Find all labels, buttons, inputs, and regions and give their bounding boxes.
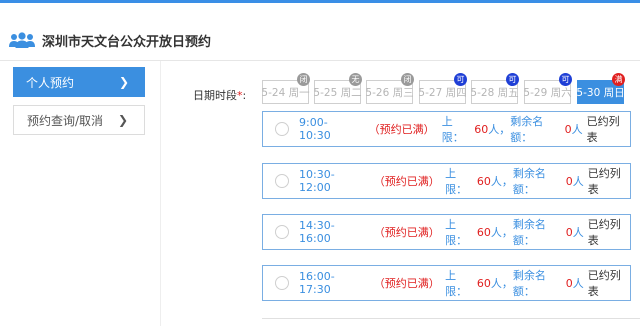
remaining-label: 剩余名额： [512,167,546,196]
top-accent-bar [0,0,640,3]
date-field-label: 日期时段*: [193,87,246,103]
date-tab-label: 5-26 周三 [365,86,414,99]
slot-time: 14:30-16:00 [299,219,335,245]
limit-unit: 人， [490,277,513,290]
date-tab-label: 5-28 周五 [470,86,519,99]
date-tab-label: 5-25 周二 [313,86,362,99]
list-bottom-divider [262,318,640,319]
slot-status: （预约已满） [373,226,440,239]
people-icon [8,32,36,48]
time-slot-1600[interactable]: 16:00-17:30 （预约已满） 上限： 60 人， 剩余名额： 0 人 已约列表 [262,265,631,301]
header-divider [0,60,640,61]
date-tab-0526[interactable]: 5-26 周三 闭 [365,73,414,104]
remaining-unit: 人 [571,123,583,136]
limit-label: 上限： [441,115,464,144]
remaining-value: 0 [565,225,573,239]
booked-list-link[interactable]: 已约列表 [587,113,630,145]
sidebar-item-label: 预约查询/取消 [27,113,104,128]
remaining-unit: 人 [572,175,584,188]
remaining-label: 剩余名额： [510,115,544,144]
slot-radio[interactable] [275,174,289,188]
remaining-unit: 人 [572,226,584,239]
limit-label: 上限： [445,167,468,196]
slot-status: （预约已满） [368,123,435,136]
page-title: 深圳市天文台公众开放日预约 [42,34,212,50]
page-header: 深圳市天文台公众开放日预约 [8,29,211,51]
date-tab-0528[interactable]: 5-28 周五 可 [470,73,519,104]
limit-value: 60 [476,174,491,188]
slot-radio[interactable] [275,225,289,239]
none-badge: 无 [349,73,362,86]
closed-badge: 闭 [297,73,310,86]
full-badge: 满 [612,73,625,86]
date-tab-0527[interactable]: 5-27 周四 可 [418,73,467,104]
available-badge: 可 [559,73,572,86]
closed-badge: 闭 [401,73,414,86]
chevron-right-icon: ❯ [117,113,128,127]
limit-unit: 人， [488,123,511,136]
date-tab-label: 5-30 周日 [576,86,625,99]
slot-time: 16:00-17:30 [299,270,335,296]
limit-label: 上限： [445,218,468,247]
time-slot-1430[interactable]: 14:30-16:00 （预约已满） 上限： 60 人， 剩余名额： 0 人 已约列表 [262,214,631,250]
slot-radio[interactable] [275,276,289,290]
date-tab-label: 5-24 周一 [261,86,310,99]
date-tab-label: 5-27 周四 [418,86,467,99]
content-divider [160,61,161,326]
limit-unit: 人， [490,175,513,188]
date-tab-0525[interactable]: 5-25 周二 无 [313,73,362,104]
limit-value: 60 [474,122,489,136]
available-badge: 可 [454,73,467,86]
limit-unit: 人， [490,226,513,239]
available-badge: 可 [506,73,519,86]
slot-radio[interactable] [275,122,289,136]
limit-value: 60 [476,276,491,290]
sidebar-item-query-cancel[interactable]: 预约查询/取消 ❯ [13,105,145,135]
date-tab-0529[interactable]: 5-29 周六 可 [523,73,572,104]
time-slot-0900[interactable]: 9:00-10:30 （预约已满） 上限： 60 人， 剩余名额： 0 人 已约列表 [262,111,631,147]
booked-list-link[interactable]: 已约列表 [588,267,630,299]
date-tab-0530[interactable]: 5-30 周日 满 [576,73,625,104]
booked-list-link[interactable]: 已约列表 [588,216,630,248]
sidebar-item-label: 个人预约 [26,75,75,90]
remaining-label: 剩余名额： [512,218,546,247]
slot-status: （预约已满） [373,277,440,290]
limit-value: 60 [476,225,491,239]
label-colon: : [242,89,247,102]
slot-status: （预约已满） [373,175,440,188]
slot-time: 10:30-12:00 [299,168,335,194]
time-slot-1030[interactable]: 10:30-12:00 （预约已满） 上限： 60 人， 剩余名额： 0 人 已约列表 [262,163,631,199]
booked-list-link[interactable]: 已约列表 [588,165,630,197]
remaining-value: 0 [565,276,573,290]
date-tab-label: 5-29 周六 [523,86,572,99]
remaining-value: 0 [564,122,572,136]
sidebar-item-personal-booking[interactable]: 个人预约 ❯ [13,67,145,97]
slot-time: 9:00-10:30 [299,116,331,142]
date-tab-0524[interactable]: 5-24 周一 闭 [261,73,310,104]
remaining-value: 0 [565,174,573,188]
remaining-unit: 人 [572,277,584,290]
limit-label: 上限： [445,269,468,298]
date-label-text: 日期时段 [193,89,237,102]
chevron-right-icon: ❯ [118,75,129,89]
remaining-label: 剩余名额： [512,269,546,298]
